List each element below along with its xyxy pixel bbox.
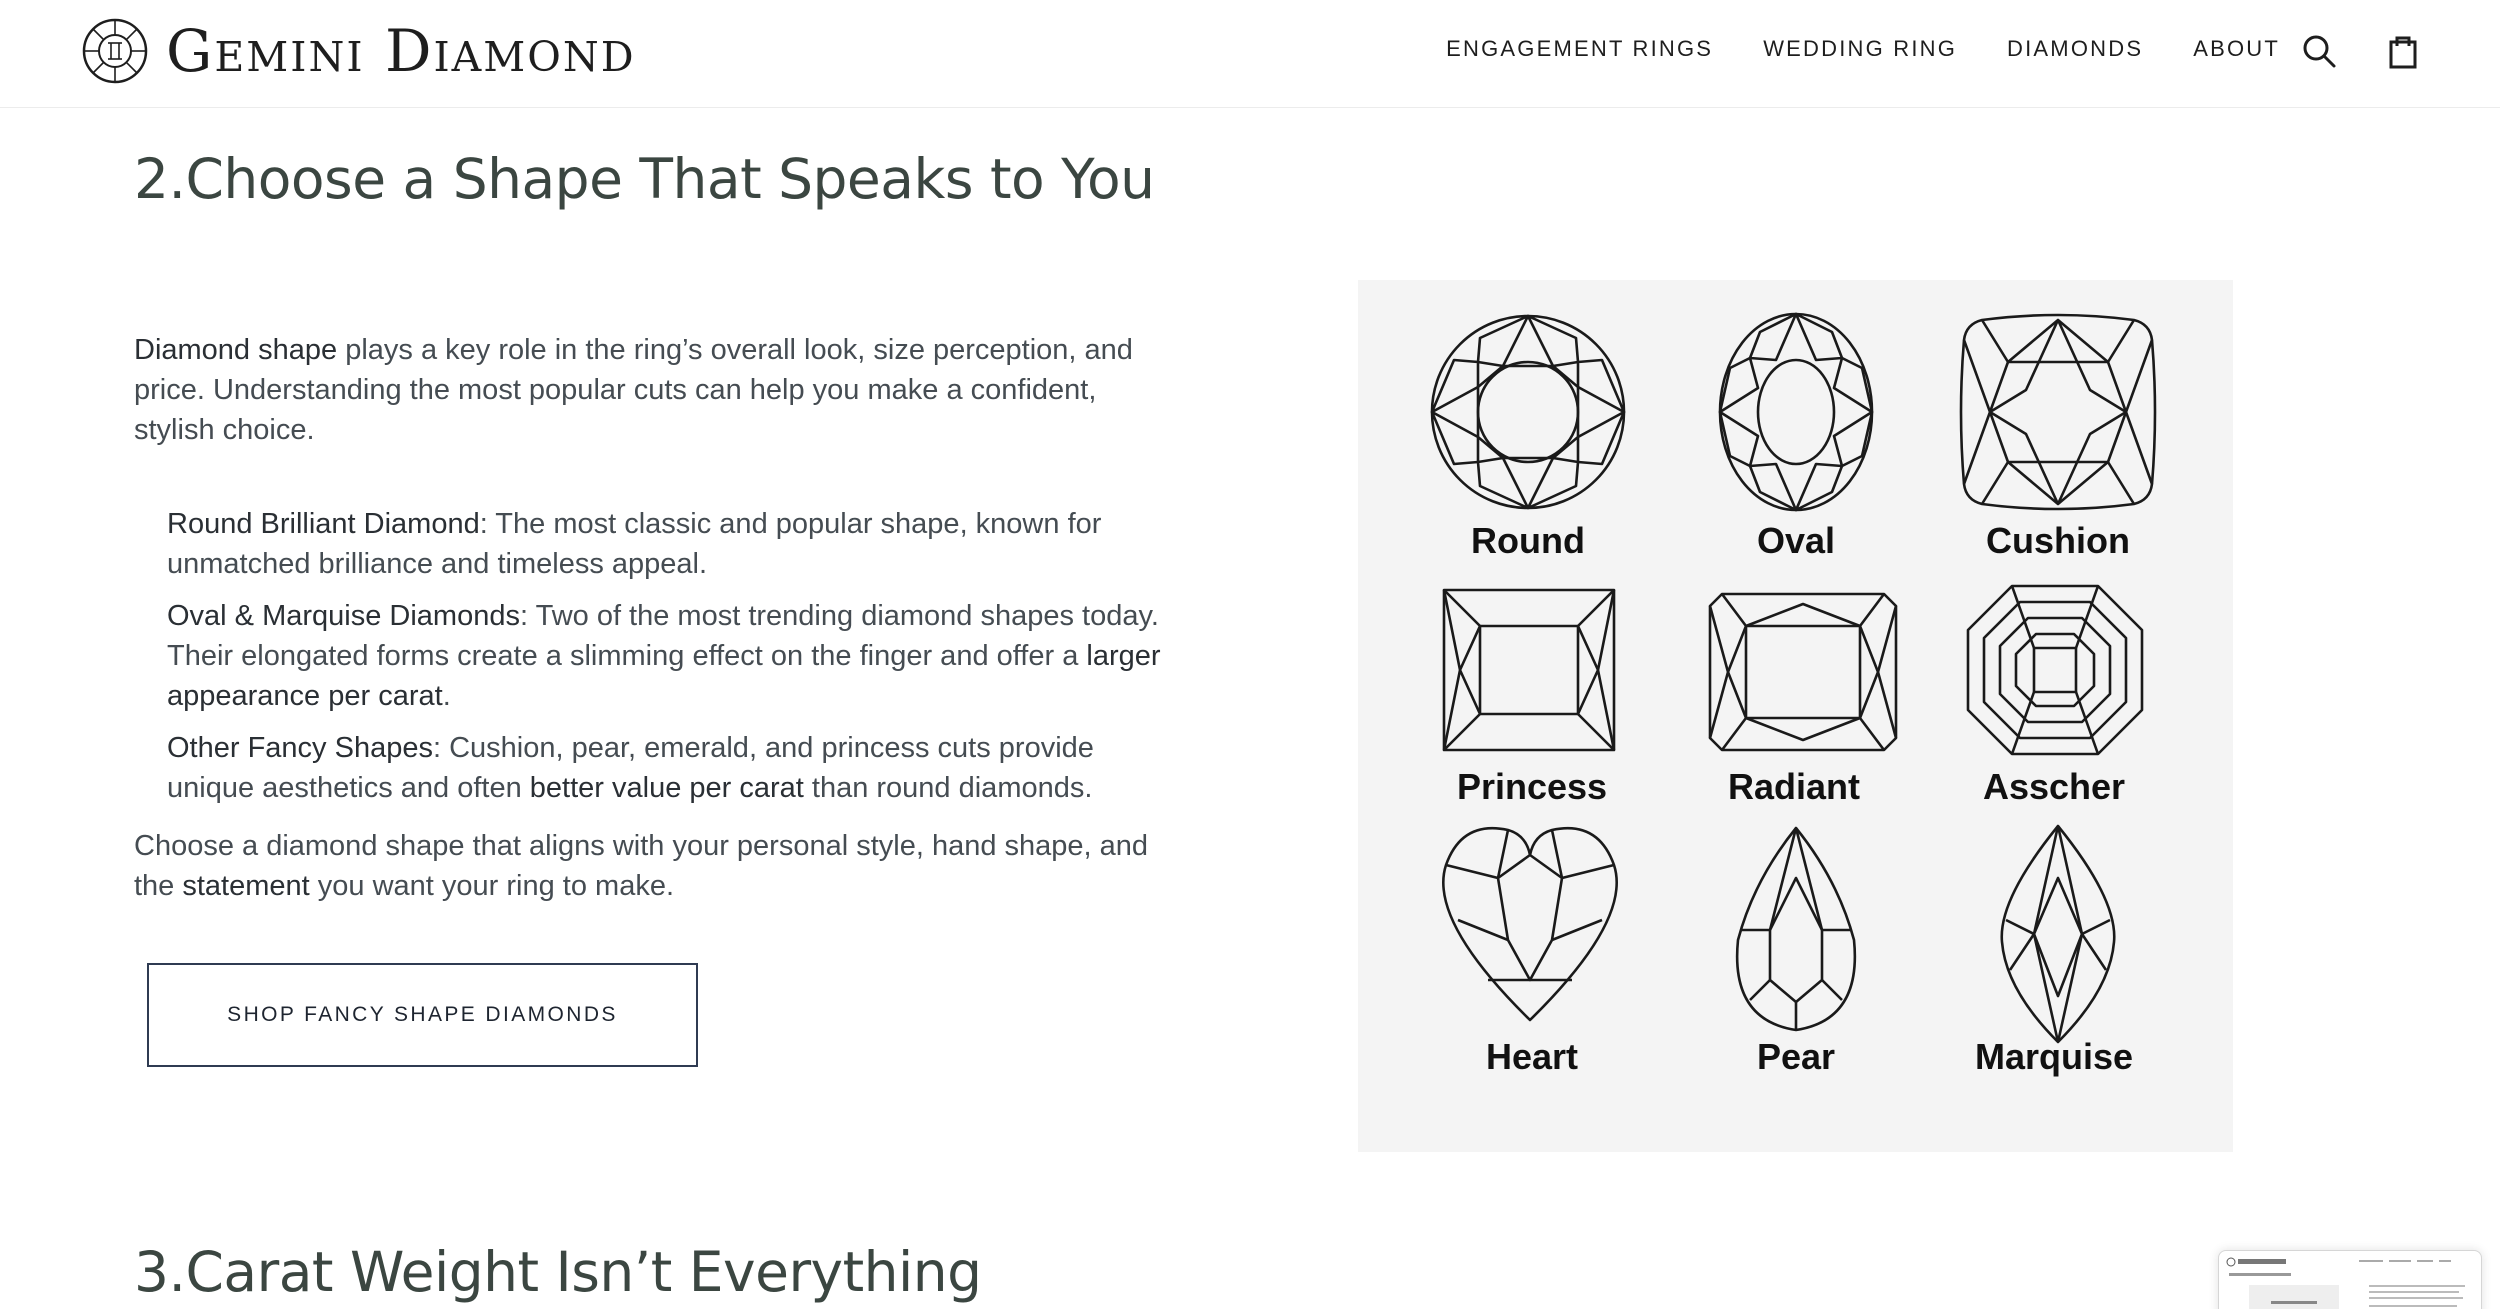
list-item-oval-marquise: Oval & Marquise Diamonds: Two of the mos… [167,596,1174,716]
diamond-emblem-icon [82,18,148,84]
shape-label-princess: Princess [1456,766,1608,807]
oval-diamond-icon [1718,312,1874,512]
section-heading-shape: 2.Choose a Shape That Speaks to You [134,147,1155,211]
diamond-shapes-chart: Round Oval Cushion Princess Radiant Assc… [1358,280,2233,1152]
section-heading-carat: 3.Carat Weight Isn’t Everything [134,1240,982,1304]
shape-label-pear: Pear [1756,1036,1836,1077]
list-highlight: better value per carat [529,772,804,804]
intro-highlight: Diamond shape [134,334,338,366]
shopping-bag-icon[interactable] [2384,32,2422,70]
diamond-shapes-drawing [1430,312,2157,1044]
shape-label-round: Round [1471,520,1585,561]
list-term: Round Brilliant Diamond [167,508,480,540]
shape-label-heart: Heart [1485,1036,1579,1077]
asscher-diamond-icon [1966,584,2144,756]
list-tail: than round diamonds. [803,772,1093,804]
closing-paragraph: Choose a diamond shape that aligns with … [134,826,1174,906]
page-preview-thumbnail[interactable] [2218,1250,2482,1309]
nav-engagement-rings[interactable]: ENGAGEMENT RINGS [1446,36,1713,62]
round-diamond-icon [1430,314,1626,510]
shape-content: Diamond shape plays a key role in the ri… [134,330,1174,906]
shape-label-marquise: Marquise [1974,1036,2134,1077]
shop-fancy-shape-button[interactable]: SHOP FANCY SHAPE DIAMONDS [147,963,698,1067]
list-term: Other Fancy Shapes [167,732,433,764]
nav-about[interactable]: ABOUT [2193,36,2280,62]
radiant-diamond-icon [1708,592,1898,752]
search-icon[interactable] [2300,32,2338,70]
thumbnail-preview-icon [2226,1257,2465,1309]
shape-label-asscher: Asscher [1982,766,2126,807]
shape-list: Round Brilliant Diamond: The most classi… [167,504,1174,808]
marquise-diamond-icon [2000,824,2116,1044]
closing-highlight: statement [182,870,310,902]
intro-paragraph: Diamond shape plays a key role in the ri… [134,330,1174,450]
brand-name: Gemini Diamond [166,17,636,85]
site-header: Gemini Diamond ENGAGEMENT RINGS WEDDING … [0,0,2500,108]
list-tail: . [442,680,451,712]
brand-logo[interactable]: Gemini Diamond [82,18,636,84]
cushion-diamond-icon [1959,313,2157,511]
princess-diamond-icon [1442,588,1616,752]
pear-diamond-icon [1735,826,1857,1032]
closing-tail: you want your ring to make. [309,870,675,902]
list-term: Oval & Marquise Diamonds [167,600,520,632]
nav-diamonds[interactable]: DIAMONDS [2007,36,2143,62]
shape-label-radiant: Radiant [1727,766,1861,807]
main-nav: ENGAGEMENT RINGS WEDDING RING DIAMONDS A… [1446,36,2280,62]
nav-wedding-ring[interactable]: WEDDING RING [1763,36,1957,62]
shape-label-cushion: Cushion [1986,520,2130,561]
heart-diamond-icon [1442,826,1618,1022]
list-item-round: Round Brilliant Diamond: The most classi… [167,504,1174,584]
shape-label-oval: Oval [1756,520,1836,561]
list-item-fancy: Other Fancy Shapes: Cushion, pear, emera… [167,728,1174,808]
